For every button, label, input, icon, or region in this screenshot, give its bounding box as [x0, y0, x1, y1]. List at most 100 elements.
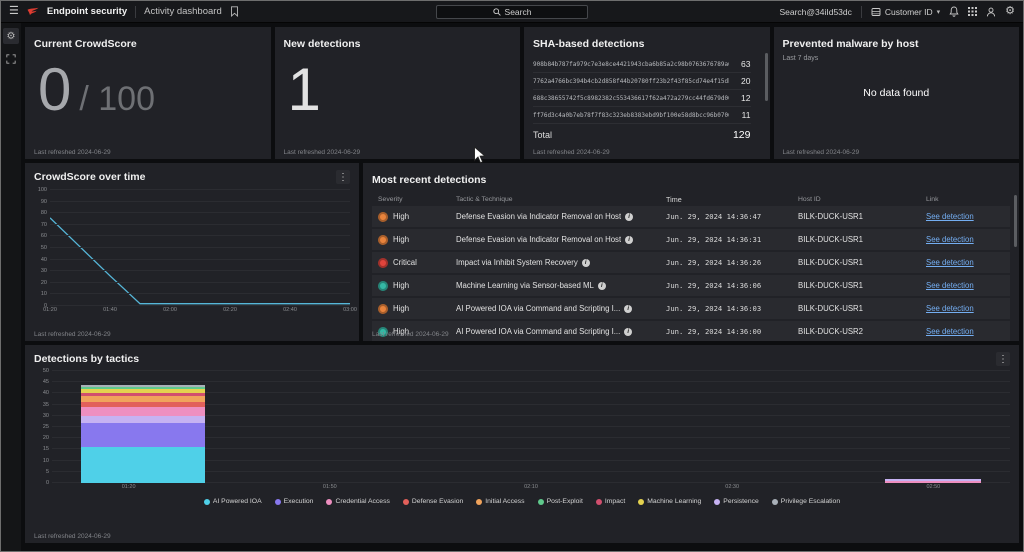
settings-gear-icon[interactable]: ⚙	[1005, 6, 1015, 17]
see-detection-link[interactable]: See detection	[926, 327, 974, 336]
card-sha-detections: SHA-based detections 908b84b787fa979c7e3…	[524, 27, 770, 159]
legend-item-execution[interactable]: Execution	[275, 498, 314, 505]
card-title: Detections by tactics	[34, 353, 139, 365]
sha-row: 7762a4766bc394b4cb2d858f44b20780ff23b2f4…	[533, 73, 751, 90]
card-menu-icon[interactable]: ⋮	[336, 170, 350, 184]
bookmark-icon[interactable]	[230, 6, 239, 17]
legend-item-persistence[interactable]: Persistence	[714, 498, 759, 505]
topbar-right: Search@34iId53dc Customer ID ▾ ⚙	[779, 6, 1015, 18]
legend-item-privilege-escalation[interactable]: Privilege Escalation	[772, 498, 840, 505]
global-search-input[interactable]: Search	[436, 5, 588, 19]
x-axis-labels: 01:2001:5002:1002:3002:50	[52, 483, 1010, 493]
sha-count: 12	[741, 93, 750, 103]
see-detection-link[interactable]: See detection	[926, 258, 974, 267]
tactic-cell: Defense Evasion via Indicator Removal on…	[456, 235, 666, 244]
info-icon[interactable]: i	[598, 282, 606, 290]
col-host: Host ID	[798, 196, 926, 203]
crowdscore-line-chart: 0102030405060708090100	[34, 190, 350, 306]
y-tick-label: 80	[41, 210, 47, 216]
legend-item-credential-access[interactable]: Credential Access	[326, 498, 389, 505]
menu-icon[interactable]: ☰	[9, 6, 19, 17]
sha-count: 63	[741, 59, 750, 69]
card-title: Prevented malware by host	[783, 38, 919, 50]
bottom-row: Detections by tactics ⋮ 0510152025303540…	[25, 345, 1019, 543]
tactic-cell: AI Powered IOA via Command and Scripting…	[456, 327, 666, 336]
stacked-bar-02:50[interactable]	[885, 371, 981, 483]
info-icon[interactable]: i	[625, 236, 633, 244]
legend-dot	[476, 499, 482, 505]
severity-icon	[378, 281, 388, 291]
rail-settings-gear-icon[interactable]: ⚙	[3, 28, 19, 44]
card-title: New detections	[284, 38, 361, 50]
info-icon[interactable]: i	[624, 305, 632, 313]
gridline	[50, 270, 350, 271]
legend-item-ai-powered-ioa[interactable]: AI Powered IOA	[204, 498, 262, 505]
host-cell: BILK-DUCK-USR1	[798, 235, 926, 244]
x-axis-labels: 01:2001:4002:0002:2002:4003:00	[50, 306, 350, 315]
sha-row: 688c38655742f5c8982382c553436617f62a472a…	[533, 90, 751, 107]
legend-item-machine-learning[interactable]: Machine Learning	[638, 498, 701, 505]
host-cell: BILK-DUCK-USR2	[798, 327, 926, 336]
line-chart-plot	[50, 190, 350, 306]
detection-row: HighDefense Evasion via Indicator Remova…	[372, 206, 1010, 227]
host-cell: BILK-DUCK-USR1	[798, 212, 926, 221]
legend-item-defense-evasion[interactable]: Defense Evasion	[403, 498, 463, 505]
sha-count: 20	[741, 76, 750, 86]
legend-item-post-exploit[interactable]: Post-Exploit	[538, 498, 583, 505]
x-tick-label: 03:00	[343, 307, 357, 313]
time-cell: Jun. 29, 2024 14:36:00	[666, 327, 798, 336]
topbar: ☰ Endpoint security Activity dashboard S…	[1, 1, 1023, 23]
legend-dot	[772, 499, 778, 505]
gridline	[50, 212, 350, 213]
legend-dot	[714, 499, 720, 505]
y-tick-label: 0	[46, 480, 49, 486]
last-refreshed: Last refreshed 2024-06-29	[284, 149, 361, 156]
chart-legend: AI Powered IOA Execution Credential Access…	[34, 498, 1010, 505]
notifications-bell-icon[interactable]	[949, 6, 959, 17]
falcon-logo-icon[interactable]	[27, 7, 39, 17]
severity-icon	[378, 258, 388, 268]
card-crowdscore-over-time: CrowdScore over time ⋮ 01020304050607080…	[25, 163, 359, 341]
y-axis-labels: 0102030405060708090100	[34, 190, 50, 306]
scrollbar[interactable]	[765, 53, 768, 101]
bar-segment-persistence	[81, 416, 206, 423]
info-icon[interactable]: i	[582, 259, 590, 267]
breadcrumb-activity-dashboard[interactable]: Activity dashboard	[144, 6, 222, 17]
see-detection-link[interactable]: See detection	[926, 304, 974, 313]
rail-expand-icon[interactable]	[3, 51, 19, 67]
customer-id-label: Customer ID	[885, 7, 933, 17]
see-detection-link[interactable]: See detection	[926, 212, 974, 221]
divider	[135, 6, 136, 18]
stacked-bar-01:20[interactable]	[81, 371, 206, 483]
last-refreshed: Last refreshed 2024-06-29	[34, 149, 111, 156]
time-cell: Jun. 29, 2024 14:36:06	[666, 281, 798, 290]
search-placeholder: Search	[505, 7, 532, 17]
tactic-cell: Defense Evasion via Indicator Removal on…	[456, 212, 666, 221]
time-cell: Jun. 29, 2024 14:36:47	[666, 212, 798, 221]
scrollbar[interactable]	[1014, 195, 1017, 247]
last-refreshed: Last refreshed 2024-06-29	[372, 331, 449, 338]
search-account-label[interactable]: Search@34iId53dc	[779, 7, 851, 17]
last-refreshed: Last refreshed 2024-06-29	[34, 331, 111, 338]
see-detection-link[interactable]: See detection	[926, 235, 974, 244]
legend-item-impact[interactable]: Impact	[596, 498, 625, 505]
chevron-down-icon: ▾	[937, 8, 941, 16]
last-refreshed: Last refreshed 2024-06-29	[34, 533, 111, 540]
x-tick-label: 01:40	[103, 307, 117, 313]
legend-item-initial-access[interactable]: Initial Access	[476, 498, 524, 505]
customer-id-selector[interactable]: Customer ID ▾	[871, 7, 940, 17]
card-menu-icon[interactable]: ⋮	[996, 352, 1010, 366]
y-tick-label: 20	[41, 280, 47, 286]
gridline	[50, 235, 350, 236]
y-tick-label: 10	[43, 458, 49, 464]
y-tick-label: 5	[46, 469, 49, 475]
user-profile-icon[interactable]	[986, 7, 996, 17]
detection-row: HighAI Powered IOA via Command and Scrip…	[372, 298, 1010, 319]
info-icon[interactable]: i	[624, 328, 632, 336]
see-detection-link[interactable]: See detection	[926, 281, 974, 290]
legend-dot	[326, 499, 332, 505]
apps-grid-icon[interactable]	[968, 7, 977, 16]
info-icon[interactable]: i	[625, 213, 633, 221]
legend-dot	[403, 499, 409, 505]
host-cell: BILK-DUCK-USR1	[798, 258, 926, 267]
